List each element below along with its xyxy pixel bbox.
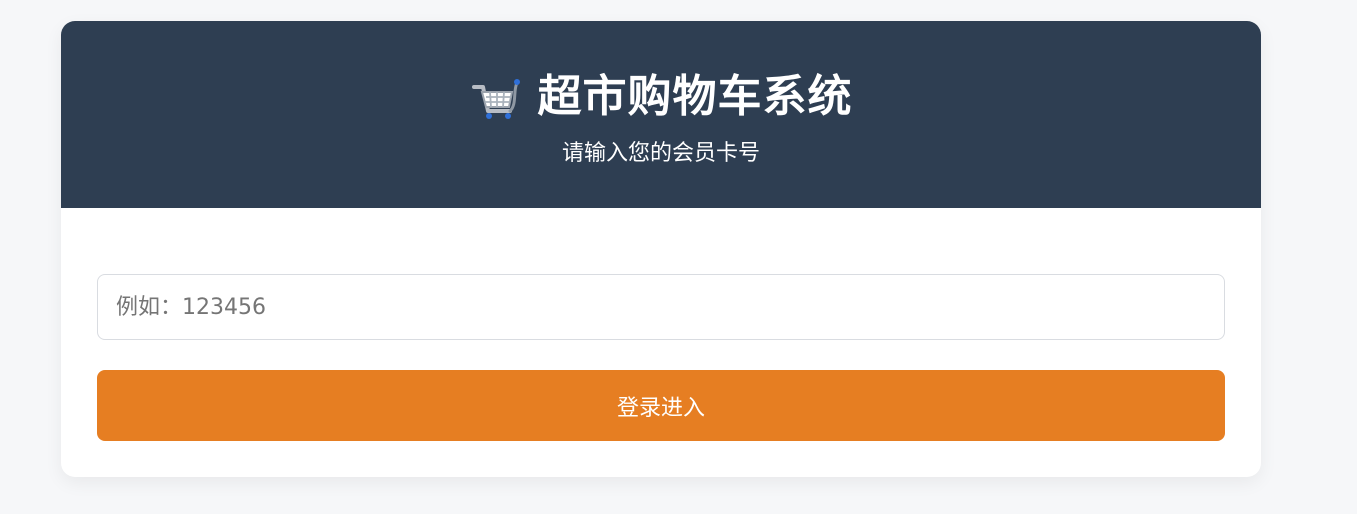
login-button[interactable]: 登录进入 [97,370,1225,441]
shopping-cart-icon [470,72,520,122]
title-row: 超市购物车系统 [61,69,1261,125]
member-card-input[interactable] [97,274,1225,340]
login-header: 超市购物车系统 请输入您的会员卡号 [61,21,1261,208]
page-title: 超市购物车系统 [537,71,853,122]
page-subtitle: 请输入您的会员卡号 [561,141,760,166]
login-form: 登录进入 [61,208,1261,477]
login-card: 超市购物车系统 请输入您的会员卡号 登录进入 [61,21,1261,477]
